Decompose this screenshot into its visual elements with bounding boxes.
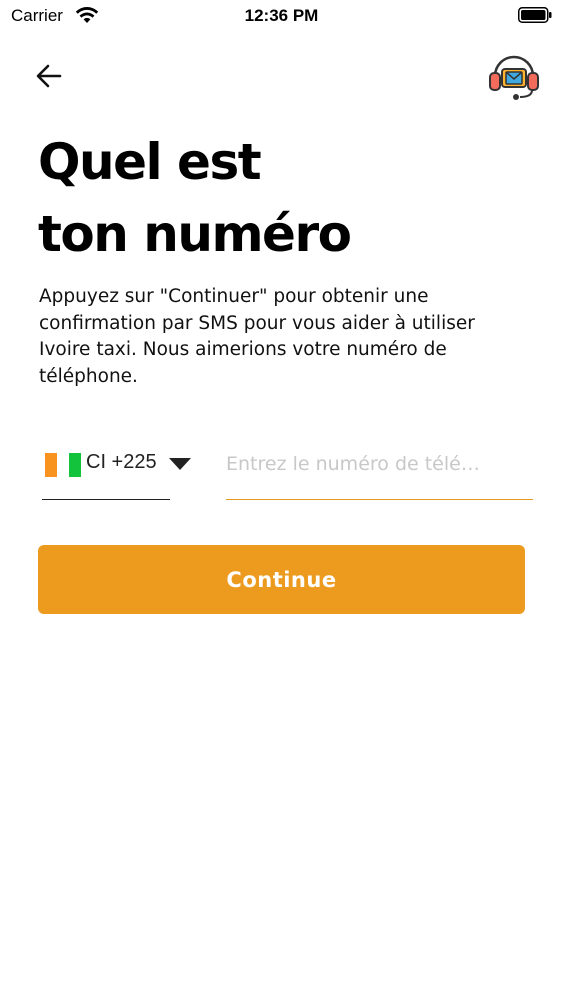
instructions-text: Appuyez sur "Continuer" pour obtenir une…	[39, 286, 475, 387]
country-code-picker[interactable]: CI +225	[42, 442, 191, 500]
status-bar: Carrier 12:36 PM	[0, 0, 563, 34]
page-title-line1: Quel est	[38, 133, 262, 191]
phone-number-input[interactable]	[226, 442, 533, 500]
country-code-label: CI +225	[86, 451, 157, 473]
back-button[interactable]	[30, 58, 70, 94]
page-title-line2: ton numéro	[38, 205, 352, 263]
ivory-coast-flag-icon	[45, 453, 81, 477]
battery-icon	[518, 7, 552, 23]
continue-button[interactable]: Continue	[38, 545, 525, 614]
headset-support-icon	[489, 55, 539, 100]
support-button[interactable]	[486, 50, 542, 102]
arrow-left-icon	[36, 64, 62, 88]
page-title: Quel est ton numéro	[38, 126, 528, 270]
clock: 12:36 PM	[244, 6, 319, 25]
chevron-down-icon	[169, 458, 191, 470]
